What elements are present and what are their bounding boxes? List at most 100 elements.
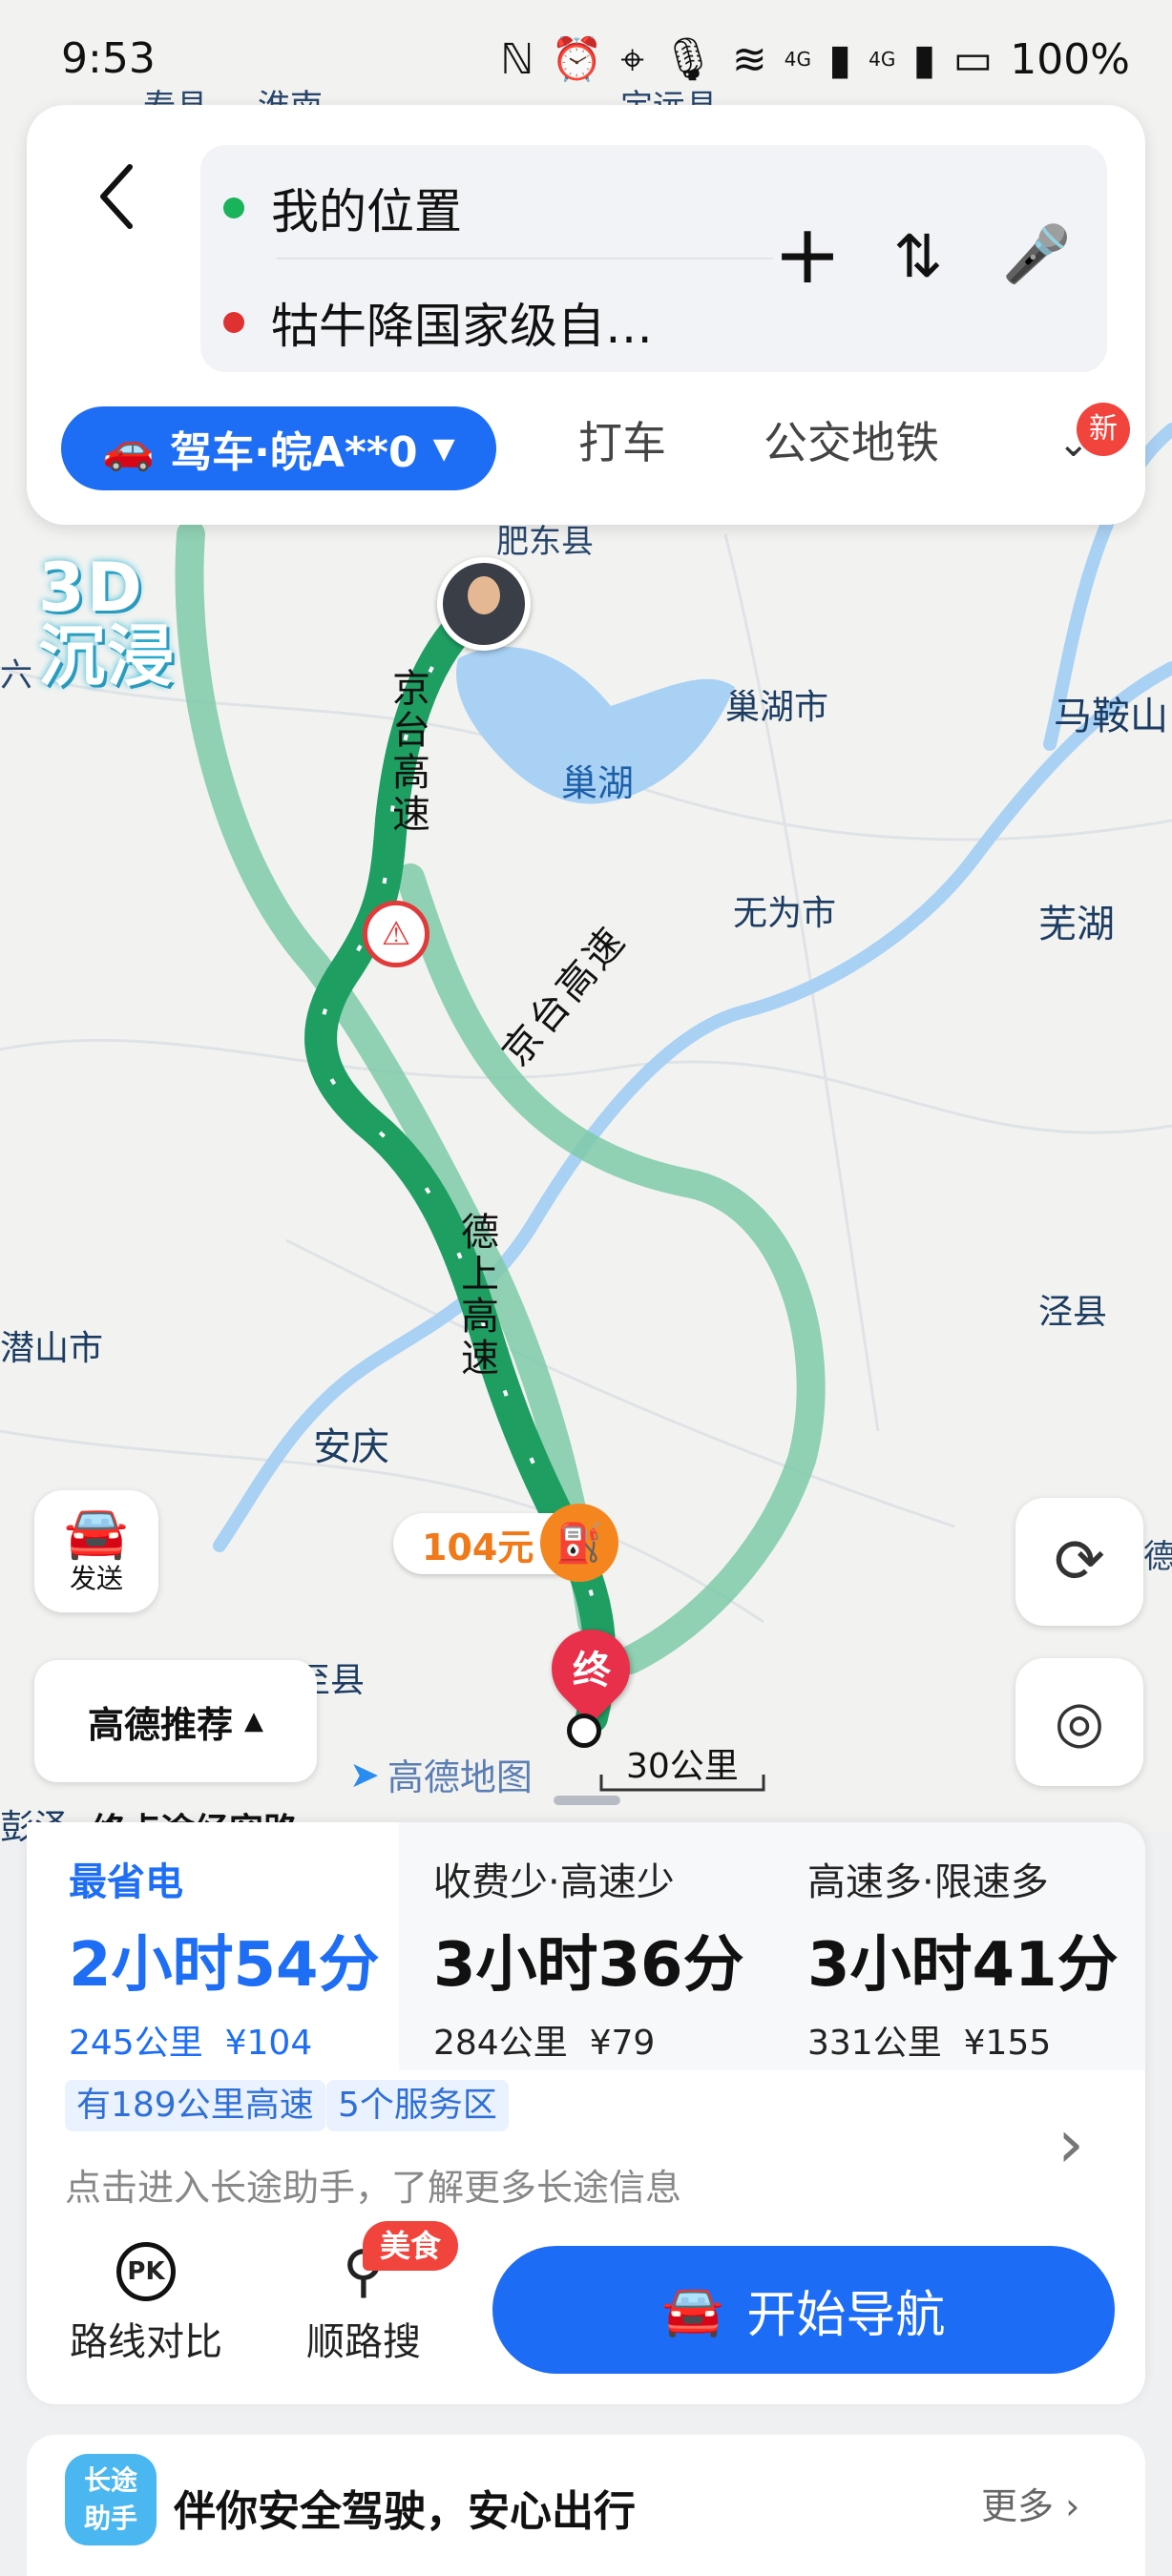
nfc-icon: ℕ bbox=[500, 34, 534, 84]
route-3-distance: 331公里 ¥155 bbox=[807, 2015, 1051, 2065]
user-avatar-marker[interactable] bbox=[437, 557, 531, 651]
route-option-3[interactable]: 高速多·限速多 3小时41分 331公里 ¥155 bbox=[773, 1822, 1145, 2070]
pk-icon: PK bbox=[116, 2242, 176, 2301]
refresh-route-button[interactable]: ⟳ bbox=[1015, 1498, 1143, 1626]
route-divider bbox=[277, 258, 773, 260]
route-2-time: 3小时36分 bbox=[433, 1930, 744, 2001]
construction-icon[interactable]: ⚠ bbox=[363, 901, 429, 967]
route-results-sheet: 最省电 2小时54分 245公里 ¥104 收费少·高速少 3小时36分 284… bbox=[27, 1796, 1145, 2404]
assistant-icon-text-1: 长途 bbox=[83, 2464, 137, 2496]
destination-point-icon bbox=[567, 1714, 601, 1748]
map-label-wuhu: 芜湖 bbox=[1038, 903, 1115, 946]
tab-taxi[interactable]: 打车 bbox=[578, 408, 666, 471]
route-option-2[interactable]: 收费少·高速少 3小时36分 284公里 ¥79 bbox=[399, 1822, 773, 2070]
battery-level: 100% bbox=[1010, 34, 1130, 84]
map-label-jingxian: 泾县 bbox=[1038, 1293, 1108, 1332]
promo-more-label: 更多 bbox=[981, 2485, 1055, 2527]
location-icon: ⌖ bbox=[620, 34, 644, 84]
food-badge: 美食 bbox=[363, 2221, 459, 2271]
back-button[interactable] bbox=[69, 149, 164, 244]
amap-logo: ➤ 高德地图 bbox=[349, 1748, 533, 1800]
route-1-cost: ¥104 bbox=[224, 2024, 313, 2063]
scale-label: 30公里 bbox=[626, 1747, 739, 1786]
mic-icon: 🎤 bbox=[1002, 221, 1072, 286]
add-waypoint-button[interactable]: + bbox=[773, 214, 842, 296]
alarm-icon: ⏰ bbox=[551, 35, 604, 84]
badge-3d-text: 3D bbox=[38, 549, 144, 627]
status-time: 9:53 bbox=[61, 34, 156, 83]
amap-brand-text: 高德地图 bbox=[387, 1756, 533, 1798]
destination-field[interactable]: 牯牛降国家级自… bbox=[223, 288, 653, 357]
voice-input-button[interactable]: 🎤 bbox=[1002, 221, 1071, 287]
network-1-label: 4G bbox=[784, 48, 811, 71]
map-label-anqing: 安庆 bbox=[313, 1425, 389, 1469]
destination-text: 牯牛降国家级自… bbox=[271, 299, 653, 354]
map-label-lu: 六 bbox=[0, 656, 32, 695]
assistant-icon: 长途 助手 bbox=[65, 2454, 157, 2545]
route-3-label: 高速多·限速多 bbox=[807, 1860, 1049, 1904]
locate-icon: ◎ bbox=[1054, 1689, 1105, 1755]
refresh-icon: ⟳ bbox=[1054, 1527, 1105, 1597]
mic-status-icon: 🎙 bbox=[660, 35, 715, 84]
road-label-deshang: 德上高速 bbox=[454, 1212, 498, 1380]
signal-1-icon: ▮ bbox=[827, 34, 852, 84]
map-label-maanshan: 马鞍山 bbox=[1054, 695, 1168, 738]
drive-label: 驾车·皖A**0 bbox=[170, 428, 418, 477]
long-trip-assistant-banner[interactable]: 长途 助手 伴你安全驾驶，安心出行 更多 › bbox=[27, 2435, 1145, 2576]
send-label: 发送 bbox=[69, 1563, 123, 1594]
road-label-jingtai-north: 京台高速 bbox=[386, 668, 429, 836]
map-label-chaohu-lake: 巢湖 bbox=[561, 762, 635, 804]
route-2-km: 284公里 bbox=[433, 2024, 568, 2063]
route-compare-label: 路线对比 bbox=[70, 2320, 222, 2364]
tab-drive[interactable]: 🚗 驾车·皖A**0 ▼ bbox=[61, 406, 496, 490]
origin-field[interactable]: 我的位置 bbox=[223, 174, 462, 242]
recommend-dropdown[interactable]: 高德推荐 ▲ bbox=[34, 1660, 317, 1782]
promo-chevron-icon: › bbox=[1065, 2485, 1080, 2527]
highway-tag: 有189公里高速 bbox=[65, 2080, 325, 2131]
map-label-wuwei: 无为市 bbox=[733, 894, 837, 933]
origin-text: 我的位置 bbox=[271, 184, 462, 239]
destination-dot-icon bbox=[223, 312, 244, 333]
caret-up-icon: ▲ bbox=[244, 1707, 263, 1735]
toll-amount: 104元 bbox=[422, 1526, 534, 1568]
signal-2-icon: ▮ bbox=[912, 34, 936, 84]
wifi-icon: ≋ bbox=[731, 34, 767, 84]
route-2-distance: 284公里 ¥79 bbox=[433, 2015, 655, 2065]
car-send-icon: 🚘 bbox=[64, 1502, 129, 1562]
start-navigation-button[interactable]: 🚘 开始导航 bbox=[492, 2246, 1115, 2374]
route-3-time: 3小时41分 bbox=[807, 1930, 1119, 2001]
tab-transit[interactable]: 公交地铁 bbox=[764, 408, 939, 471]
badge-immersive-text: 沉浸 bbox=[38, 617, 176, 696]
route-2-label: 收费少·高速少 bbox=[433, 1860, 675, 1904]
car-icon: 🚗 bbox=[102, 425, 156, 473]
swap-route-button[interactable]: ⇅ bbox=[893, 221, 943, 291]
route-option-1[interactable]: 最省电 2小时54分 245公里 ¥104 bbox=[27, 1822, 399, 2070]
promo-text: 伴你安全驾驶，安心出行 bbox=[174, 2487, 636, 2536]
route-1-distance: 245公里 ¥104 bbox=[69, 2015, 312, 2065]
route-1-time: 2小时54分 bbox=[69, 1930, 380, 2001]
service-area-tag: 5个服务区 bbox=[326, 2080, 509, 2131]
avatar-face-icon bbox=[468, 576, 500, 614]
chevron-down-icon: ▼ bbox=[432, 431, 455, 466]
assistant-icon-text-2: 助手 bbox=[83, 2503, 137, 2534]
send-to-car-button[interactable]: 🚘 发送 bbox=[34, 1490, 158, 1612]
sheet-handle[interactable] bbox=[554, 1796, 620, 1805]
recommend-label: 高德推荐 bbox=[87, 1703, 233, 1746]
chevron-right-icon[interactable]: › bbox=[1057, 2105, 1084, 2183]
map-label-right-edge: 德 bbox=[1143, 1538, 1172, 1576]
promo-more-link[interactable]: 更多 › bbox=[981, 2477, 1079, 2529]
start-navigation-label: 开始导航 bbox=[746, 2286, 946, 2344]
route-search-card: 我的位置 牯牛降国家级自… + ⇅ 🎤 🚗 驾车·皖A**0 ▼ 打车 公交地铁… bbox=[27, 105, 1145, 525]
toll-station-icon: ⛽ bbox=[540, 1504, 618, 1582]
car-nav-icon: 🚘 bbox=[661, 2281, 724, 2339]
route-1-km: 245公里 bbox=[69, 2024, 203, 2063]
origin-dot-icon bbox=[223, 197, 244, 218]
search-along-label: 顺路搜 bbox=[306, 2320, 421, 2364]
locate-me-button[interactable]: ◎ bbox=[1015, 1658, 1143, 1786]
chevron-left-icon bbox=[100, 164, 133, 229]
3d-immersive-badge[interactable]: 3D 沉浸 bbox=[38, 553, 176, 691]
network-2-label: 4G bbox=[869, 48, 896, 71]
route-compare-button[interactable]: PK 路线对比 bbox=[65, 2242, 227, 2366]
long-trip-hint[interactable]: 点击进入长途助手，了解更多长途信息 bbox=[65, 2158, 681, 2211]
new-badge: 新 bbox=[1077, 403, 1130, 456]
